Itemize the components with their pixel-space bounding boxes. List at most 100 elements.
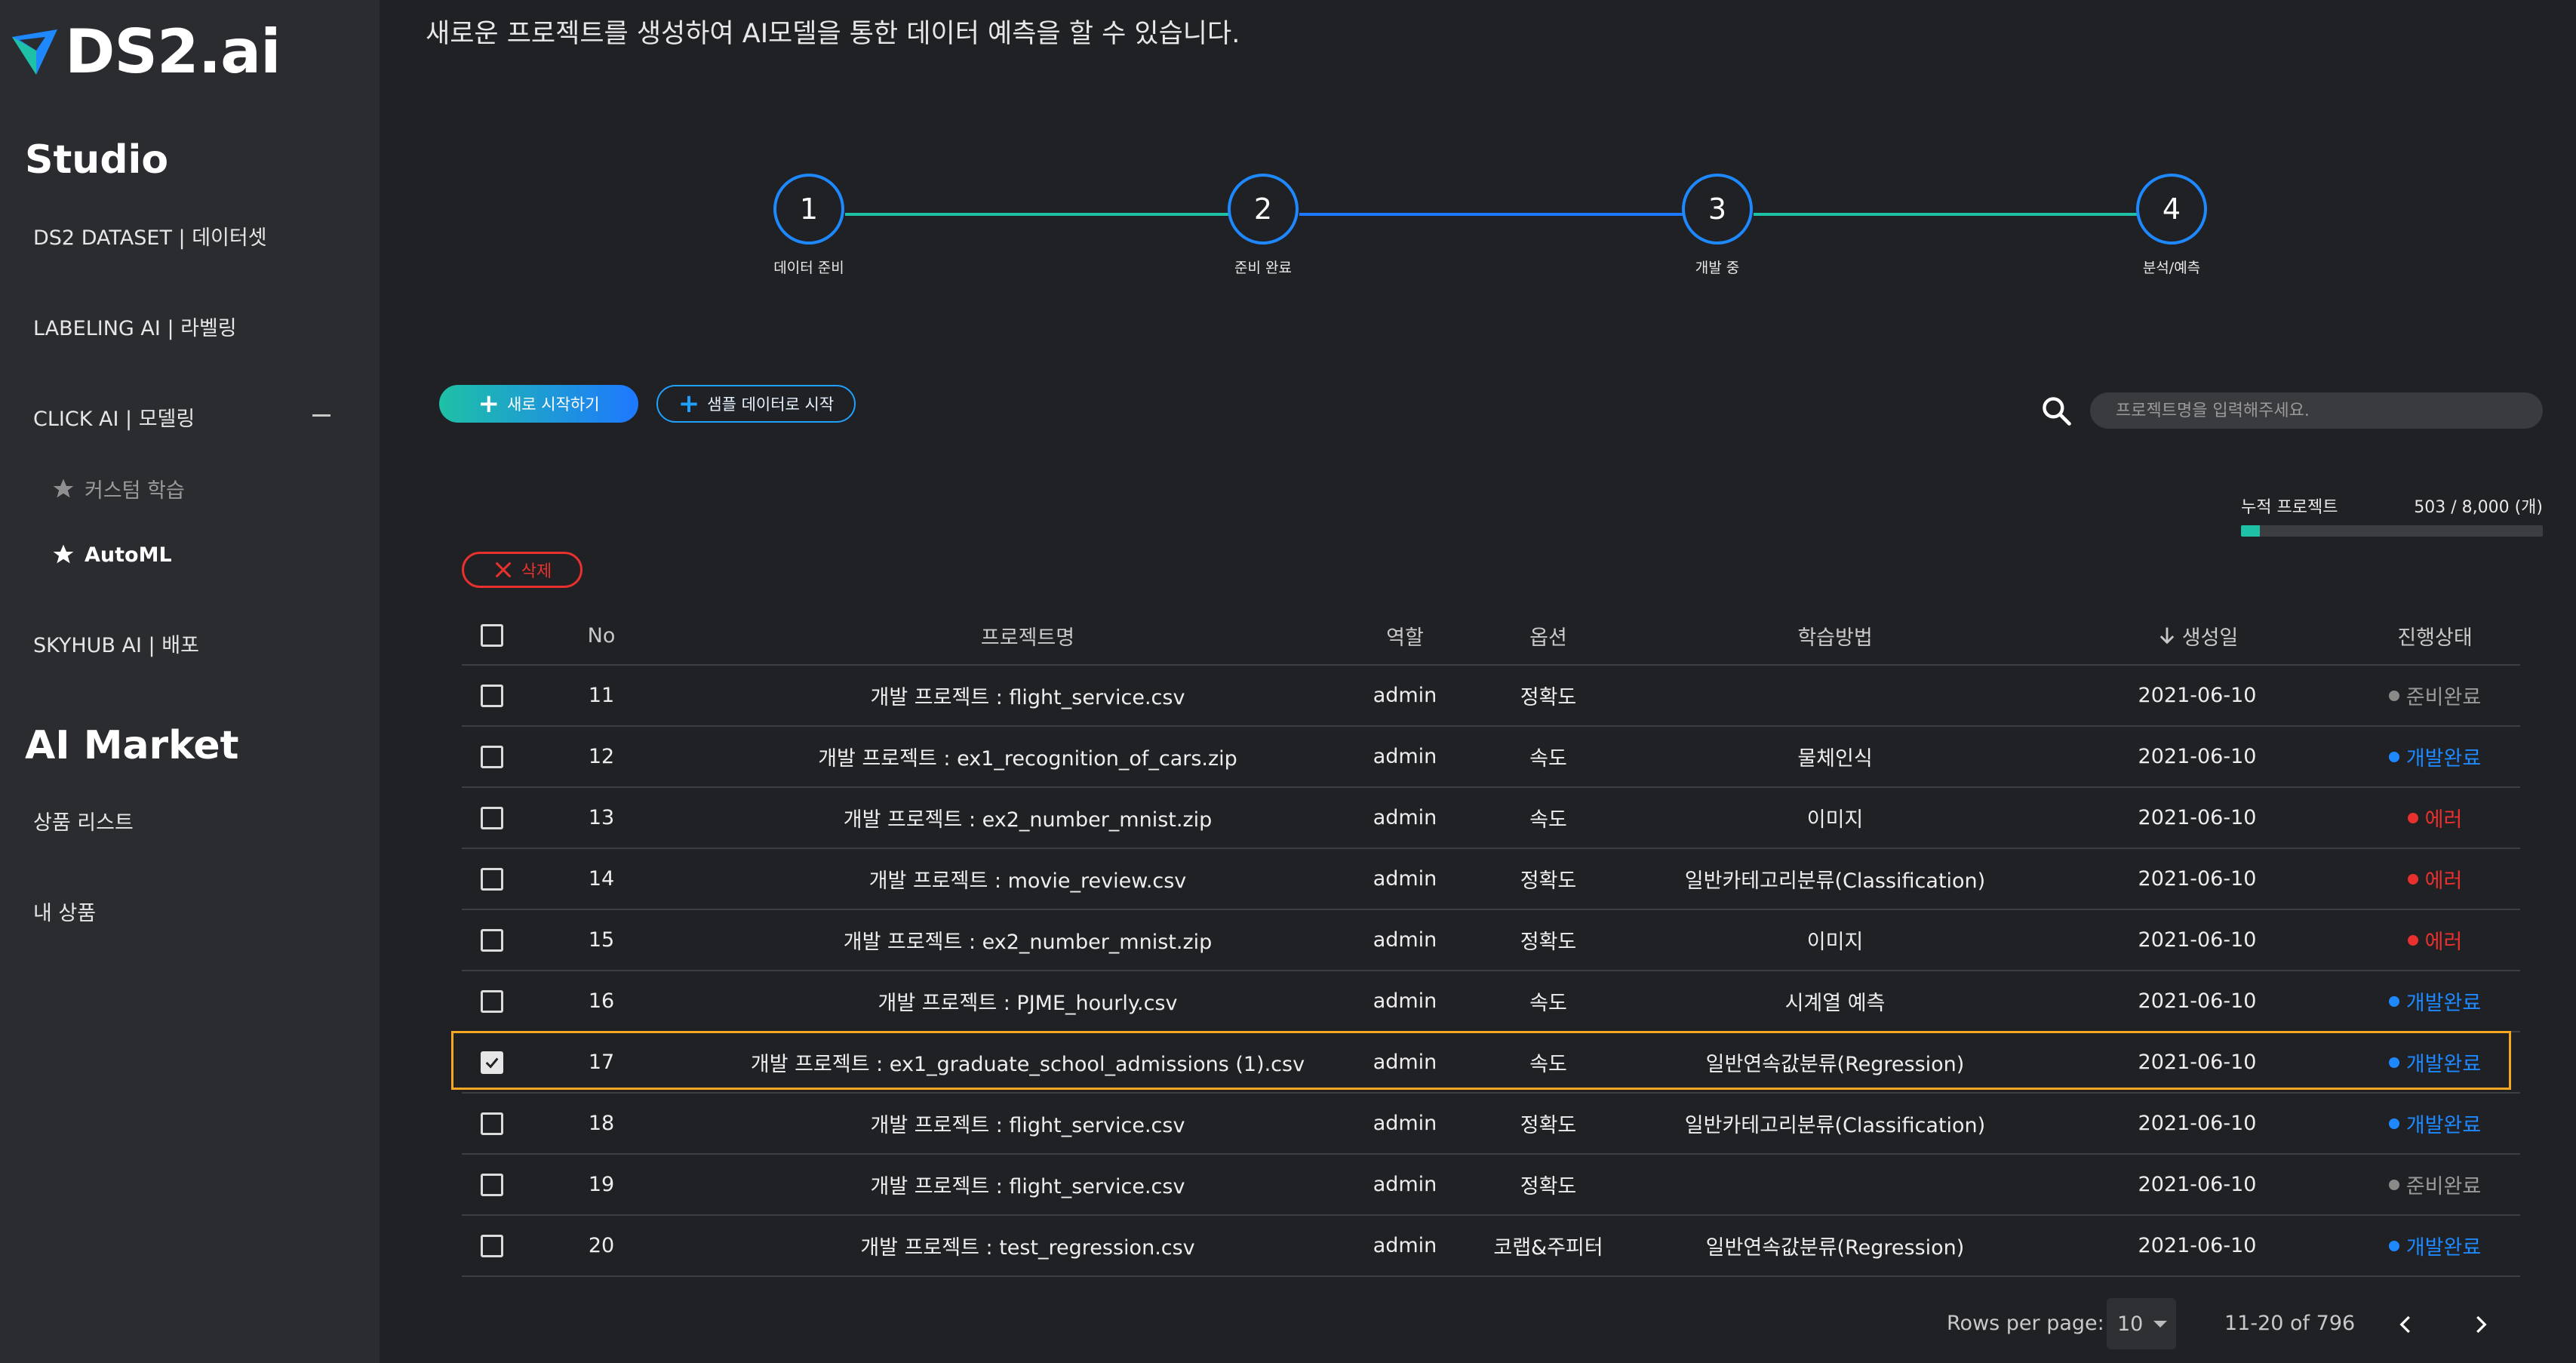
row-checkbox[interactable] [481,867,503,891]
table-row[interactable]: 11 개발 프로젝트 : flight_service.csv admin 정확도 20… [462,666,2520,727]
table-body: 11 개발 프로젝트 : flight_service.csv admin 정확도 20… [451,666,2522,1277]
status-dot-icon [2388,751,2399,762]
cell-role: admin [1373,684,1437,707]
sidebar: DS2.ai Studio DS2 DATASET | 데이터셋 LABELIN… [0,0,380,1363]
sample-data-label: 샘플 데이터로 시작 [707,395,835,414]
sample-data-button[interactable]: + 샘플 데이터로 시작 [656,385,856,423]
cell-project-name: 개발 프로젝트 : ex2_number_mnist.zip [843,931,1213,954]
step-3-circle: 3 [1682,174,1753,245]
step-3-label: 개발 중 [1695,260,1740,276]
cell-no: 18 [588,1112,615,1135]
logo[interactable]: DS2.ai [11,17,281,87]
cell-status: 에러 [2348,788,2522,848]
cell-status: 개발완료 [2348,1094,2522,1153]
status-label: 개발완료 [2405,1114,2482,1137]
cell-option: 속도 [1529,808,1567,832]
select-all-checkbox[interactable] [481,624,503,647]
cell-role: admin [1373,1234,1437,1257]
table-row[interactable]: 13 개발 프로젝트 : ex2_number_mnist.zip admin 속도 이… [462,788,2520,849]
sidebar-subitem-custom-training[interactable]: 커스텀 학습 [51,474,185,503]
collapse-minus-icon[interactable] [312,414,330,417]
sidebar-item-click-ai[interactable]: CLICK AI | 모델링 [33,402,195,432]
chevron-right-icon [2476,1315,2487,1334]
header-project-name[interactable]: 프로젝트명 [650,607,1405,664]
next-page-button[interactable] [2463,1307,2498,1342]
row-checkbox-cell [462,910,522,970]
table-row[interactable]: 15 개발 프로젝트 : ex2_number_mnist.zip admin 정확도… [462,910,2520,971]
sidebar-item-product-list[interactable]: 상품 리스트 [33,806,134,835]
plus-icon: + [478,389,500,419]
table-row[interactable]: 18 개발 프로젝트 : flight_service.csv admin 정확도 일반… [462,1094,2520,1155]
delete-button[interactable]: 삭제 [462,552,583,588]
cell-status: 개발완료 [2348,1032,2522,1092]
new-project-button[interactable]: + 새로 시작하기 [439,385,638,423]
cell-project-name: 개발 프로젝트 : ex2_number_mnist.zip [843,808,1213,832]
check-icon [485,1057,499,1069]
prev-page-button[interactable] [2389,1307,2424,1342]
table-row[interactable]: 20 개발 프로젝트 : test_regression.csv admin 코랩&주… [462,1216,2520,1277]
cell-method [1609,666,2061,725]
ai-market-title: AI Market [25,723,239,768]
row-checkbox[interactable] [481,745,503,768]
sidebar-subitem-automl[interactable]: AutoML [51,543,172,567]
step-connector [845,213,1228,216]
cell-created-date: 2021-06-10 [2138,1051,2257,1074]
cell-option: 정확도 [1520,869,1577,893]
header-option[interactable]: 옵션 [1473,607,1624,664]
row-checkbox-cell [462,727,522,786]
cell-status: 에러 [2348,910,2522,970]
cell-status: 개발완료 [2348,971,2522,1031]
row-checkbox[interactable] [481,806,503,829]
cell-created-date: 2021-06-10 [2138,1173,2257,1196]
cell-status: 준비완료 [2348,1155,2522,1214]
cell-no: 12 [588,745,615,768]
sidebar-item-skyhub-ai[interactable]: SKYHUB AI | 배포 [33,629,199,658]
table-row[interactable]: 17 개발 프로젝트 : ex1_graduate_school_admissio… [451,1031,2522,1094]
cell-method: 이미지 [1806,808,1864,832]
plus-icon: + [678,389,700,419]
sidebar-item-ds2-dataset[interactable]: DS2 DATASET | 데이터셋 [33,221,267,251]
header-role[interactable]: 역할 [1329,607,1480,664]
table-row[interactable]: 14 개발 프로젝트 : movie_review.csv admin 정확도 일반카테… [462,849,2520,910]
header-status[interactable]: 진행상태 [2348,607,2522,664]
cell-created-date: 2021-06-10 [2138,1112,2257,1135]
row-checkbox[interactable] [481,1173,503,1196]
cell-method: 시계열 예측 [1784,992,1886,1015]
rows-per-page-value: 10 [2117,1312,2144,1336]
cell-project-name: 개발 프로젝트 : movie_review.csv [868,869,1187,893]
cell-no: 16 [588,989,615,1013]
cell-option: 속도 [1529,747,1567,771]
sidebar-item-labeling-ai[interactable]: LABELING AI | 라벨링 [33,312,237,341]
status-dot-icon [2388,1057,2399,1068]
row-checkbox[interactable] [481,1112,503,1135]
search-input[interactable] [2090,392,2543,429]
new-project-label: 새로 시작하기 [506,395,600,414]
row-checkbox[interactable] [481,989,503,1013]
cell-role: admin [1373,1051,1437,1074]
cell-method: 물체인식 [1797,747,1873,771]
header-created-date[interactable]: 생성일 [2084,607,2310,664]
sidebar-item-my-products[interactable]: 내 상품 [33,897,96,926]
status-dot-icon [2388,1179,2399,1190]
cell-method: 일반카테고리분류(Classification) [1684,869,1986,893]
table-row[interactable]: 12 개발 프로젝트 : ex1_recognition_of_cars.zip a… [462,727,2520,788]
search-icon[interactable] [2040,394,2073,427]
status-label: 개발완료 [2405,1053,2482,1076]
status-dot-icon [2388,1240,2399,1251]
cell-method: 일반연속값분류(Regression) [1705,1236,1965,1260]
cell-created-date: 2021-06-10 [2138,806,2257,829]
header-method[interactable]: 학습방법 [1609,607,2061,664]
row-checkbox[interactable] [481,928,503,952]
cell-method: 일반연속값분류(Regression) [1705,1053,1965,1076]
arrow-down-icon [2159,627,2174,645]
table-row[interactable]: 16 개발 프로젝트 : PJME_hourly.csv admin 속도 시계열 예측… [462,971,2520,1032]
rows-per-page-select[interactable]: 10 [2107,1298,2176,1349]
row-checkbox[interactable] [481,684,503,707]
status-dot-icon [2388,995,2399,1007]
row-checkbox[interactable] [481,1234,503,1257]
cumulative-progress-bar [2241,525,2543,537]
table-row[interactable]: 19 개발 프로젝트 : flight_service.csv admin 정확도 20… [462,1155,2520,1216]
header-no[interactable]: No [567,607,635,664]
row-checkbox[interactable] [481,1051,503,1074]
step-2-label: 준비 완료 [1234,260,1292,276]
